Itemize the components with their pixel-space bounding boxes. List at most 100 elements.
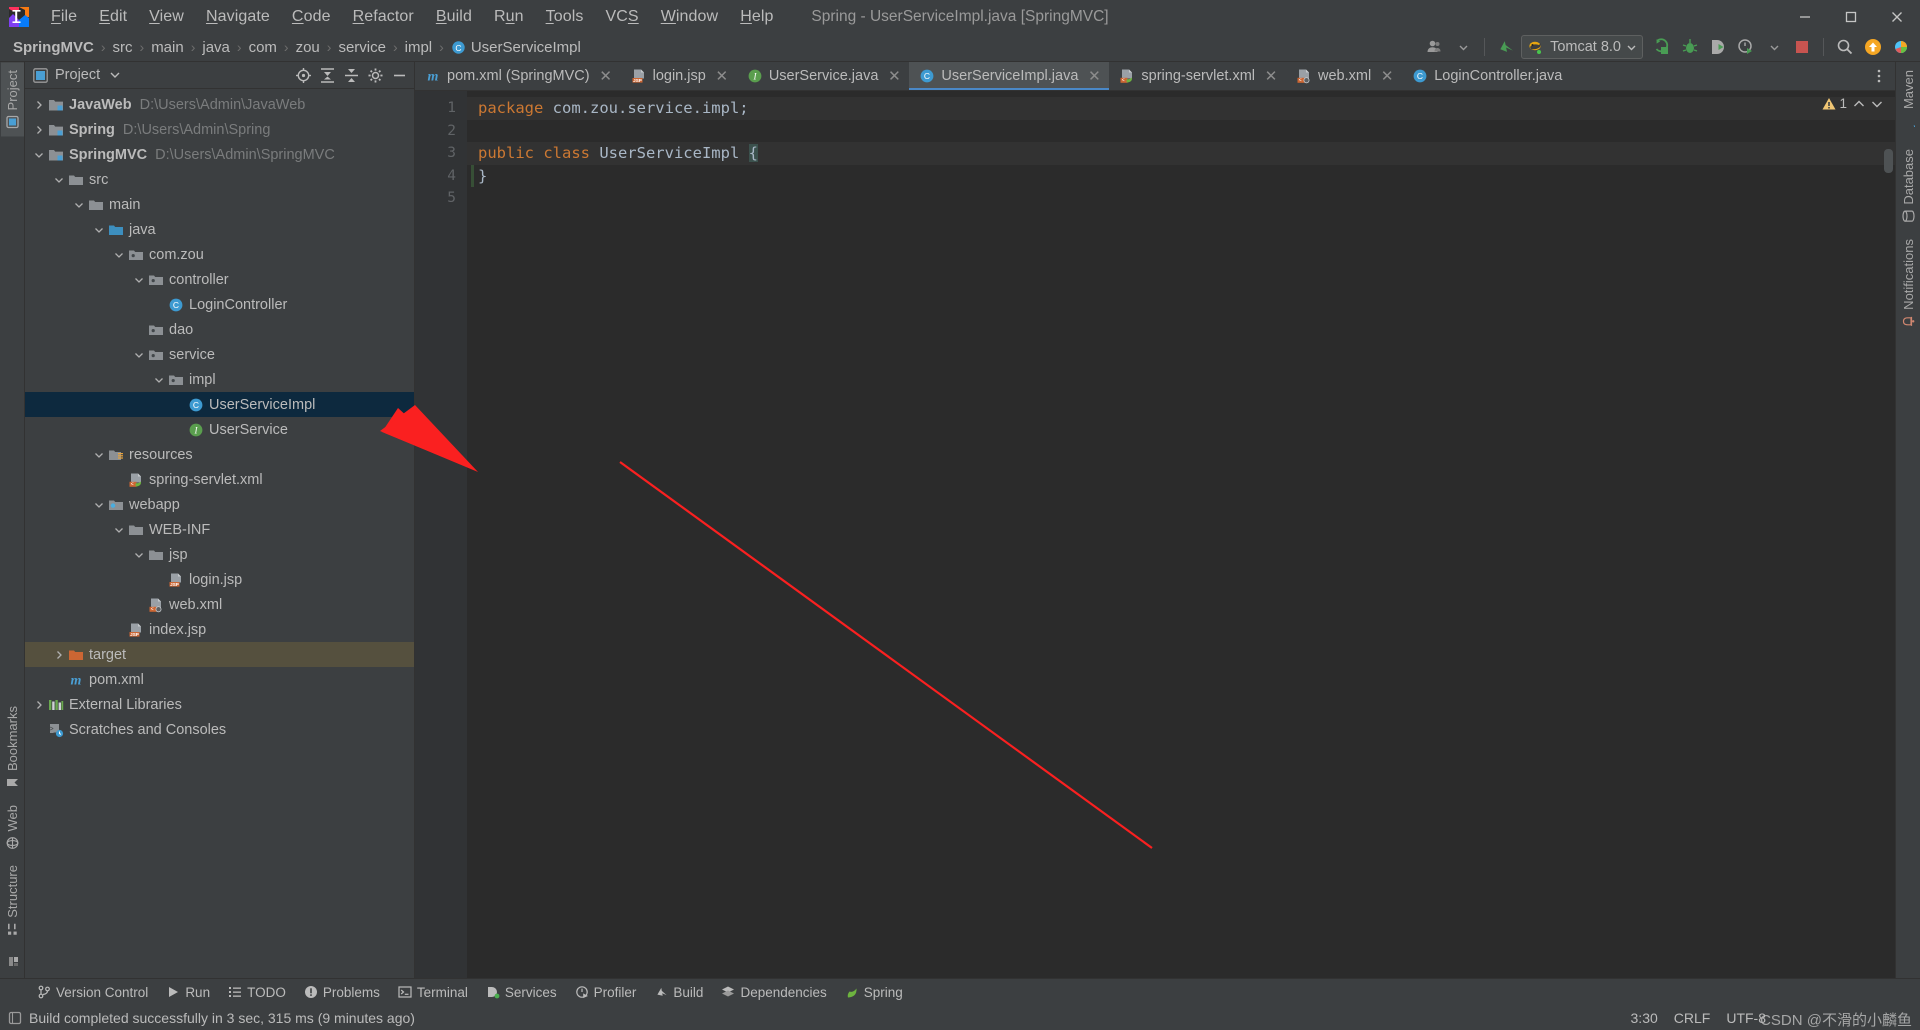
code-line[interactable] — [467, 120, 1895, 143]
tree-node-userserviceimpl[interactable]: C UserServiceImpl — [25, 392, 414, 417]
chevron-down-icon[interactable] — [1761, 34, 1787, 60]
update-available-icon[interactable] — [1860, 34, 1886, 60]
menu-item-vcs[interactable]: VCS — [594, 4, 649, 30]
tree-node-pom-xml[interactable]: m pom.xml — [25, 667, 414, 692]
tree-twisty-icon[interactable] — [91, 497, 107, 513]
tree-twisty-icon[interactable] — [91, 447, 107, 463]
sidebar-item-database[interactable]: Database — [1897, 141, 1920, 231]
code-line[interactable]: } — [467, 165, 1895, 188]
tab-overflow-menu[interactable] — [1863, 62, 1895, 90]
menu-item-navigate[interactable]: Navigate — [195, 4, 281, 30]
breadcrumb-item-java[interactable]: java — [199, 38, 233, 57]
tree-twisty-icon[interactable] — [31, 697, 47, 713]
tree-twisty-icon[interactable] — [51, 172, 67, 188]
tree-twisty-icon[interactable] — [131, 347, 147, 363]
gear-icon[interactable] — [364, 64, 386, 86]
editor-gutter[interactable]: 12345 — [415, 91, 474, 978]
search-everywhere-icon[interactable] — [1832, 34, 1858, 60]
tree-twisty-icon[interactable] — [31, 147, 47, 163]
tree-twisty-icon[interactable] — [131, 272, 147, 288]
tree-node-spring[interactable]: Spring D:\Users\Admin\Spring — [25, 117, 414, 142]
tree-node-web-inf[interactable]: WEB-INF — [25, 517, 414, 542]
sidebar-item-maven[interactable]: m Maven — [1897, 62, 1920, 141]
tool-window-build[interactable]: Build — [645, 982, 712, 1003]
tool-window-version-control[interactable]: Version Control — [28, 982, 157, 1003]
editor-tab-web-xml[interactable]: < web.xml ✕ — [1286, 62, 1402, 90]
tree-node-src[interactable]: src — [25, 167, 414, 192]
breadcrumb-item-impl[interactable]: impl — [402, 38, 436, 57]
hide-panel-icon[interactable] — [388, 64, 410, 86]
tree-node-resources[interactable]: resources — [25, 442, 414, 467]
tree-node-javaweb[interactable]: JavaWeb D:\Users\Admin\JavaWeb — [25, 92, 414, 117]
tree-node-scratches-and-consoles[interactable]: >_ Scratches and Consoles — [25, 717, 414, 742]
chevron-down-icon[interactable] — [1450, 34, 1476, 60]
sidebar-item-project[interactable]: Project — [0, 62, 24, 137]
tree-node-web-xml[interactable]: < web.xml — [25, 592, 414, 617]
account-icon[interactable] — [1422, 34, 1448, 60]
code-line[interactable]: package com.zou.service.impl; — [467, 97, 1895, 120]
run-coverage-icon[interactable] — [1705, 34, 1731, 60]
tool-window-dependencies[interactable]: Dependencies — [712, 982, 835, 1003]
gutter-line-number[interactable]: 1 — [415, 97, 474, 120]
gutter-line-number[interactable]: 3 — [415, 142, 474, 165]
tree-node-logincontroller[interactable]: C LoginController — [25, 292, 414, 317]
close-button[interactable] — [1874, 0, 1920, 33]
menu-item-window[interactable]: Window — [650, 4, 730, 30]
tree-twisty-icon[interactable] — [91, 222, 107, 238]
code-line[interactable]: public class UserServiceImpl { — [467, 142, 1895, 165]
status-message-group[interactable]: Build completed successfully in 3 sec, 3… — [8, 1010, 415, 1026]
tool-window-todo[interactable]: TODO — [219, 982, 295, 1003]
line-separator[interactable]: CRLF — [1674, 1010, 1711, 1026]
app-shortcut-icon[interactable] — [1, 944, 23, 978]
breadcrumb-item-src[interactable]: src — [110, 38, 136, 57]
tree-twisty-icon[interactable] — [151, 372, 167, 388]
breadcrumb-item-userserviceimpl[interactable]: C UserServiceImpl — [448, 38, 584, 57]
tree-node-webapp[interactable]: webapp — [25, 492, 414, 517]
tree-node-com-zou[interactable]: com.zou — [25, 242, 414, 267]
breadcrumb-item-springmvc[interactable]: SpringMVC — [10, 38, 97, 57]
editor-code[interactable]: package com.zou.service.impl; public cla… — [467, 91, 1895, 978]
scroll-thumb[interactable] — [1884, 149, 1893, 173]
tree-node-target[interactable]: target — [25, 642, 414, 667]
chevron-down-icon[interactable] — [110, 70, 120, 80]
update-project-icon[interactable] — [1493, 34, 1519, 60]
close-icon[interactable]: ✕ — [887, 67, 901, 85]
breadcrumb-item-service[interactable]: service — [335, 38, 389, 57]
menu-item-edit[interactable]: Edit — [88, 4, 138, 30]
minimize-button[interactable] — [1782, 0, 1828, 33]
tree-twisty-icon[interactable] — [111, 522, 127, 538]
tree-node-dao[interactable]: dao — [25, 317, 414, 342]
tool-window-services[interactable]: Services — [477, 982, 566, 1003]
editor-scrollbar[interactable] — [1881, 91, 1895, 978]
tree-twisty-icon[interactable] — [111, 247, 127, 263]
tool-window-profiler[interactable]: Profiler — [566, 982, 646, 1003]
tree-twisty-icon[interactable] — [71, 197, 87, 213]
tree-twisty-icon[interactable] — [31, 97, 47, 113]
code-editor[interactable]: 12345 package com.zou.service.impl; publ… — [415, 91, 1895, 978]
tree-node-springmvc[interactable]: SpringMVC D:\Users\Admin\SpringMVC — [25, 142, 414, 167]
tool-window-spring[interactable]: Spring — [836, 982, 912, 1003]
inspection-widget[interactable]: 1 — [1822, 96, 1883, 111]
stop-icon[interactable] — [1789, 34, 1815, 60]
tree-node-jsp[interactable]: jsp — [25, 542, 414, 567]
sidebar-item-notifications[interactable]: Notifications — [1897, 231, 1920, 336]
close-icon[interactable]: ✕ — [1087, 67, 1101, 85]
run-icon[interactable] — [1649, 34, 1675, 60]
expand-all-icon[interactable] — [316, 64, 338, 86]
tree-node-controller[interactable]: controller — [25, 267, 414, 292]
menu-item-help[interactable]: Help — [729, 4, 784, 30]
tree-node-main[interactable]: main — [25, 192, 414, 217]
sidebar-item-structure[interactable]: Structure — [1, 857, 24, 944]
tree-node-impl[interactable]: impl — [25, 367, 414, 392]
menu-item-code[interactable]: Code — [281, 4, 342, 30]
code-line[interactable] — [467, 187, 1895, 210]
tree-node-service[interactable]: service — [25, 342, 414, 367]
tool-window-run[interactable]: Run — [157, 982, 219, 1003]
menu-item-file[interactable]: File — [40, 4, 88, 30]
gutter-line-number[interactable]: 5 — [415, 187, 467, 210]
chevron-up-icon[interactable] — [1853, 98, 1865, 110]
tree-twisty-icon[interactable] — [131, 547, 147, 563]
breadcrumb-item-com[interactable]: com — [246, 38, 280, 57]
close-icon[interactable]: ✕ — [1264, 67, 1278, 85]
sidebar-item-web[interactable]: Web — [1, 797, 24, 858]
